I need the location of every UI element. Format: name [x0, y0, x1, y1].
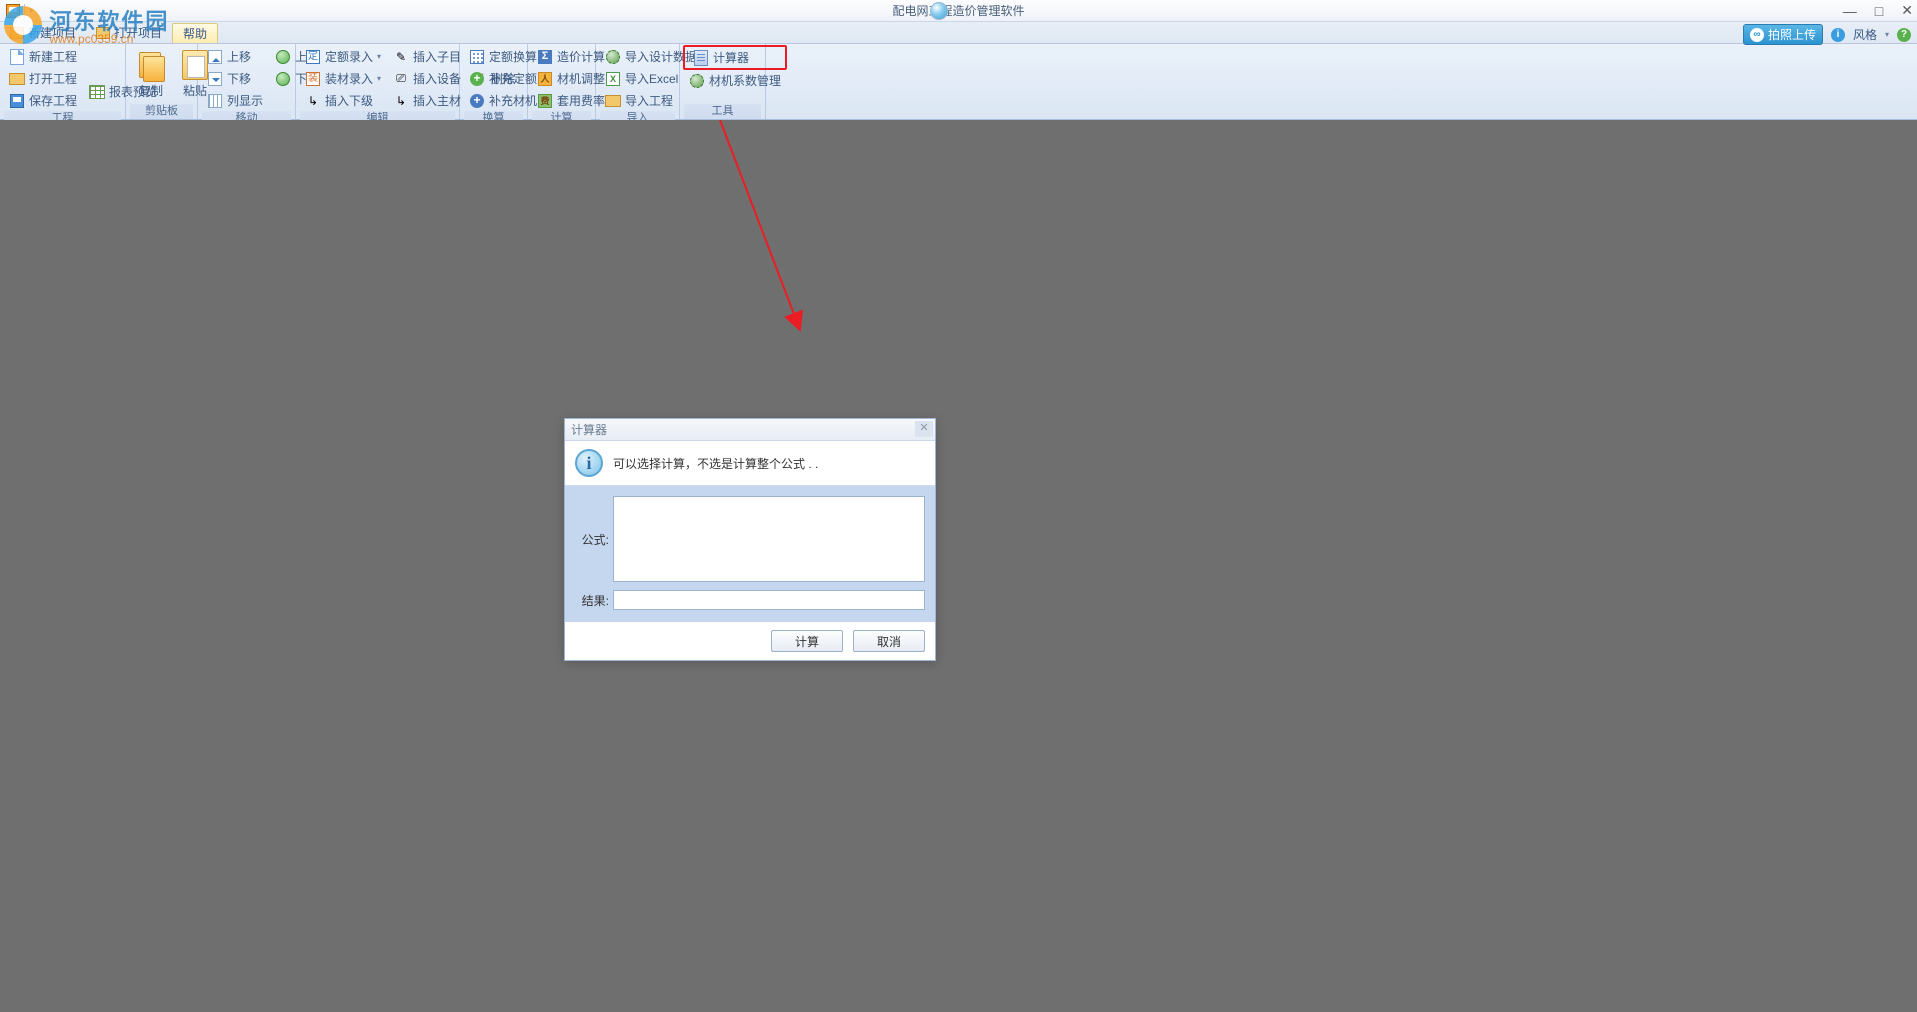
gear-icon: [690, 74, 704, 88]
material-icon: 装: [306, 72, 320, 86]
arrow-down-icon: [208, 72, 222, 86]
result-label: 结果:: [575, 592, 613, 609]
result-output[interactable]: [613, 590, 925, 610]
insert-lower-icon: ↳: [305, 93, 321, 109]
dialog-info-bar: i 可以选择计算，不选是计算整个公式 . .: [565, 441, 935, 486]
close-button[interactable]: ✕: [1901, 2, 1913, 19]
rate-icon: 费: [538, 94, 552, 108]
workspace: 计算器 ✕ i 可以选择计算，不选是计算整个公式 . . 公式: 结果: 计算: [0, 120, 1917, 1012]
calc-button[interactable]: 计算: [771, 630, 843, 652]
help-icon[interactable]: ?: [1897, 28, 1911, 42]
plus-icon: +: [470, 72, 484, 86]
upload-button[interactable]: ∞ 拍照上传: [1743, 24, 1823, 45]
sigma-icon: Σ: [538, 50, 552, 64]
save-icon[interactable]: [6, 4, 20, 18]
link-icon: ∞: [1750, 28, 1764, 42]
calculator-dialog: 计算器 ✕ i 可以选择计算，不选是计算整个公式 . . 公式: 结果: 计算: [564, 418, 936, 661]
title-bar: ▾ 配电网工程造价管理软件 — □ ✕: [0, 0, 1917, 22]
document-icon: [10, 49, 24, 65]
ribbon-tabs: 新建项目 打开项目 帮助 ∞ 拍照上传 i 风格 ▾ ?: [0, 22, 1917, 44]
tab-label: 帮助: [183, 24, 207, 44]
insert-sub-icon: ✎: [393, 49, 409, 65]
level-down-icon: [276, 72, 290, 86]
material-input-button[interactable]: 装装材录入▾: [300, 68, 386, 89]
arrow-up-icon: [208, 50, 222, 64]
folder-icon: [9, 73, 25, 85]
folder-open-icon: [96, 27, 110, 39]
maximize-button[interactable]: □: [1875, 3, 1883, 19]
device-icon: ⎚: [393, 71, 409, 87]
qat-dropdown-icon[interactable]: ▾: [29, 6, 33, 15]
info-icon: i: [575, 449, 603, 477]
style-label[interactable]: 风格: [1853, 26, 1877, 43]
insert-lower-button[interactable]: ↳插入下级: [300, 90, 386, 111]
annotation-arrow-icon: [700, 120, 900, 350]
save-project-button[interactable]: 保存工程: [4, 90, 82, 111]
person-icon: 人: [538, 72, 552, 86]
save-icon: [10, 94, 24, 108]
tab-new-project[interactable]: 新建项目: [0, 23, 86, 43]
dialog-title: 计算器: [571, 421, 607, 438]
columns-icon: [208, 94, 222, 108]
move-down-button[interactable]: 下移: [202, 68, 268, 89]
folder-icon: [605, 95, 621, 107]
formula-input[interactable]: [613, 496, 925, 582]
tab-open-project[interactable]: 打开项目: [86, 23, 172, 43]
coefficient-manage-button[interactable]: 材机系数管理: [684, 70, 786, 91]
dialog-hint: 可以选择计算，不选是计算整个公式 . .: [613, 455, 818, 472]
info-icon[interactable]: i: [1831, 28, 1845, 42]
calculator-icon: [694, 50, 708, 66]
folder-icon: [10, 27, 24, 39]
copy-button[interactable]: 复制: [130, 46, 172, 102]
insert-device-button[interactable]: ⎚插入设备: [388, 68, 466, 89]
calculator-button[interactable]: 计算器: [683, 45, 787, 70]
plus-icon: +: [470, 94, 484, 108]
new-project-button[interactable]: 新建工程: [4, 46, 82, 67]
convert-icon: [470, 50, 484, 64]
tab-help[interactable]: 帮助: [172, 23, 218, 43]
copy-icon: [137, 50, 165, 80]
quota-icon: 定: [306, 50, 320, 64]
tab-label: 打开项目: [114, 23, 162, 43]
insert-main-icon: ↳: [393, 93, 409, 109]
quota-input-button[interactable]: 定定额录入▾: [300, 46, 386, 67]
formula-label: 公式:: [575, 531, 613, 548]
group-title: 工具: [684, 104, 761, 119]
ribbon: 新建工程 打开工程 保存工程 报表预览 工程 复制 粘贴 剪贴板 上移: [0, 44, 1917, 120]
gear-icon: [606, 50, 620, 64]
columns-button[interactable]: 列显示: [202, 90, 268, 111]
group-title: 剪贴板: [130, 104, 193, 119]
cancel-button[interactable]: 取消: [853, 630, 925, 652]
excel-icon: X: [606, 72, 620, 86]
globe-icon: [930, 2, 948, 20]
grid-icon: [89, 85, 105, 99]
dialog-close-button[interactable]: ✕: [915, 421, 933, 437]
level-up-icon: [276, 50, 290, 64]
app-title: 配电网工程造价管理软件: [892, 2, 1024, 19]
dialog-titlebar[interactable]: 计算器 ✕: [565, 419, 935, 441]
upload-label: 拍照上传: [1768, 26, 1816, 43]
chevron-down-icon[interactable]: ▾: [1885, 30, 1889, 39]
minimize-button[interactable]: —: [1843, 3, 1857, 19]
open-project-button[interactable]: 打开工程: [4, 68, 82, 89]
paste-icon: [182, 50, 208, 80]
move-up-button[interactable]: 上移: [202, 46, 268, 67]
tab-label: 新建项目: [28, 23, 76, 43]
